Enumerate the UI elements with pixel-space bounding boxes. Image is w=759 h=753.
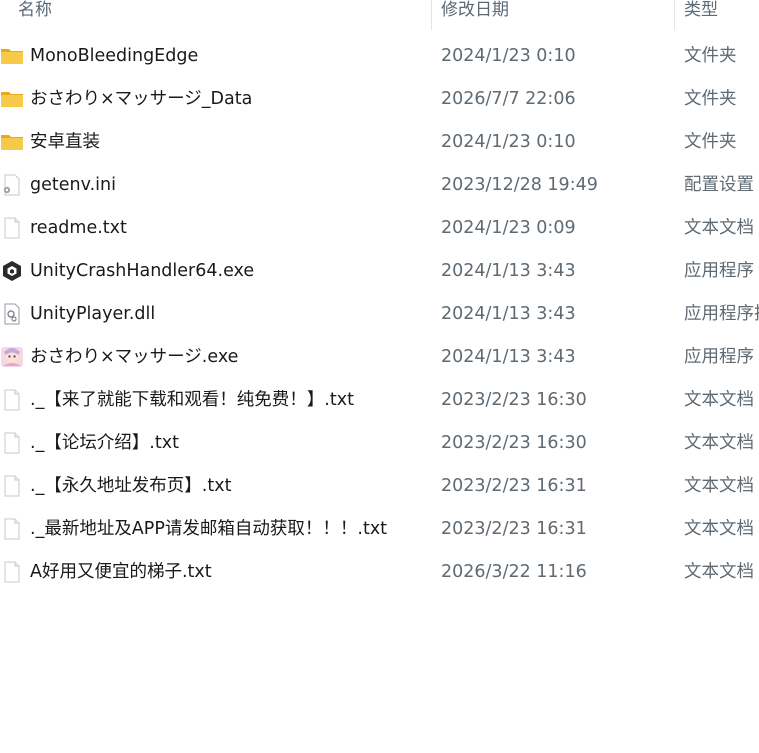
file-modified-date: 2026/7/7 22:06 [441,89,576,109]
file-row[interactable]: ._【永久地址发布页】.txt 2023/2/23 16:31 文本文档 [0,466,759,506]
file-type: 文本文档 [684,562,754,582]
file-modified-date: 2023/2/23 16:30 [441,390,587,410]
file-name[interactable]: ._【永久地址发布页】.txt [30,466,231,506]
config-file-icon [0,174,24,196]
file-type: 文本文档 [684,519,754,539]
file-row[interactable]: MonoBleedingEdge 2024/1/23 0:10 文件夹 [0,36,759,76]
file-modified-date: 2024/1/13 3:43 [441,304,576,324]
file-modified-date: 2023/2/23 16:30 [441,433,587,453]
file-type: 文件夹 [684,46,737,66]
file-row[interactable]: おさわり×マッサージ.exe 2024/1/13 3:43 应用程序 [0,337,759,377]
file-name[interactable]: ._【论坛介绍】.txt [30,423,179,463]
file-row[interactable]: ._最新地址及APP请发邮箱自动获取！！！.txt 2023/2/23 16:31… [0,509,759,549]
file-row[interactable]: readme.txt 2024/1/23 0:09 文本文档 [0,208,759,248]
column-header-name[interactable]: 名称 [18,0,430,28]
file-modified-date: 2023/12/28 19:49 [441,175,598,195]
file-type: 文本文档 [684,218,754,238]
column-header-type[interactable]: 类型 [684,0,759,28]
column-header: 名称 修改日期 类型 [0,0,759,30]
file-type: 应用程序 [684,261,754,281]
file-name[interactable]: A好用又便宜的梯子.txt [30,552,212,592]
unity-icon [0,260,24,282]
text-file-icon [0,475,24,497]
file-row[interactable]: A好用又便宜的梯子.txt 2026/3/22 11:16 文本文档 [0,552,759,592]
file-type: 文本文档 [684,390,754,410]
file-modified-date: 2024/1/23 0:10 [441,46,576,66]
file-name[interactable]: ._【来了就能下载和观看！纯免费！】.txt [30,380,354,420]
file-row[interactable]: ._【论坛介绍】.txt 2023/2/23 16:30 文本文档 [0,423,759,463]
file-type: 文件夹 [684,89,737,109]
file-name[interactable]: UnityPlayer.dll [30,294,155,334]
file-name[interactable]: 安卓直装 [30,122,100,162]
column-header-date[interactable]: 修改日期 [441,0,673,28]
file-row[interactable]: ._【来了就能下载和观看！纯免费！】.txt 2023/2/23 16:30 文本文… [0,380,759,420]
text-file-icon [0,217,24,239]
file-row[interactable]: getenv.ini 2023/12/28 19:49 配置设置 [0,165,759,205]
text-file-icon [0,518,24,540]
file-type: 应用程序 [684,347,754,367]
file-modified-date: 2024/1/13 3:43 [441,261,576,281]
file-name[interactable]: readme.txt [30,208,127,248]
app-icon [0,346,24,368]
folder-icon [0,131,24,153]
file-type: 文本文档 [684,476,754,496]
text-file-icon [0,389,24,411]
file-row[interactable]: UnityPlayer.dll 2024/1/13 3:43 应用程序扩 [0,294,759,334]
file-row[interactable]: おさわり×マッサージ_Data 2026/7/7 22:06 文件夹 [0,79,759,119]
file-modified-date: 2024/1/23 0:10 [441,132,576,152]
text-file-icon [0,432,24,454]
file-modified-date: 2024/1/23 0:09 [441,218,576,238]
file-type: 文本文档 [684,433,754,453]
file-name[interactable]: ._最新地址及APP请发邮箱自动获取！！！.txt [30,509,387,549]
file-name[interactable]: おさわり×マッサージ_Data [30,79,252,119]
file-row[interactable]: 安卓直装 2024/1/23 0:10 文件夹 [0,122,759,162]
file-name[interactable]: MonoBleedingEdge [30,36,198,76]
column-divider[interactable] [431,0,432,30]
file-row[interactable]: UnityCrashHandler64.exe 2024/1/13 3:43 应用程… [0,251,759,291]
text-file-icon [0,561,24,583]
file-name[interactable]: UnityCrashHandler64.exe [30,251,254,291]
folder-icon [0,45,24,67]
file-type: 应用程序扩 [684,304,759,324]
file-type: 文件夹 [684,132,737,152]
folder-icon [0,88,24,110]
column-divider[interactable] [674,0,675,30]
dll-file-icon [0,303,24,325]
file-modified-date: 2023/2/23 16:31 [441,519,587,539]
file-modified-date: 2026/3/22 11:16 [441,562,587,582]
file-name[interactable]: おさわり×マッサージ.exe [30,337,238,377]
file-type: 配置设置 [684,175,754,195]
file-modified-date: 2024/1/13 3:43 [441,347,576,367]
file-name[interactable]: getenv.ini [30,165,116,205]
file-modified-date: 2023/2/23 16:31 [441,476,587,496]
